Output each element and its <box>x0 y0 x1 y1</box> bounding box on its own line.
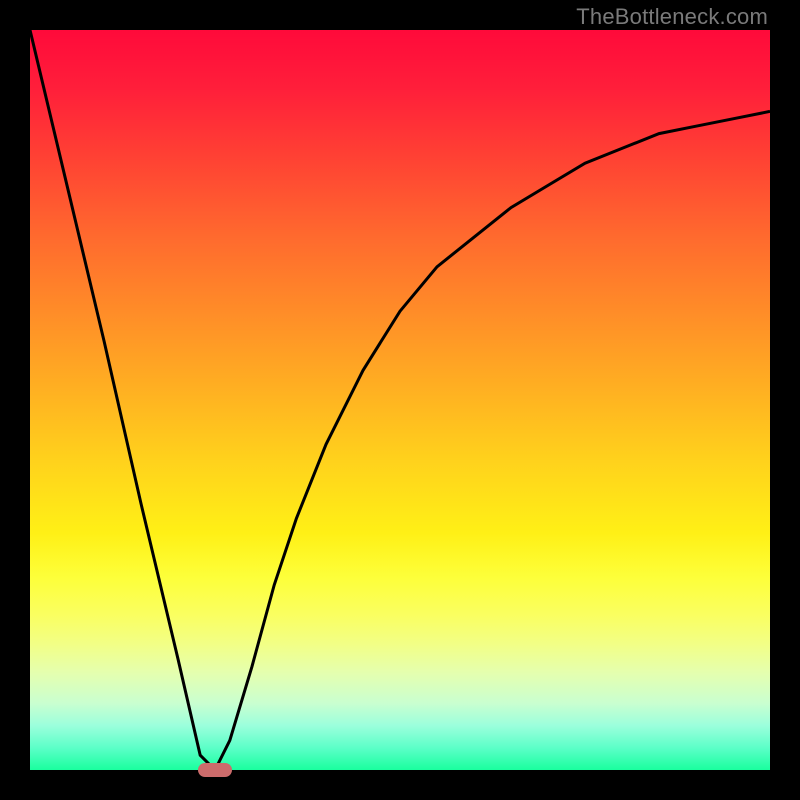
bottleneck-curve <box>30 30 770 770</box>
chart-frame: TheBottleneck.com <box>0 0 800 800</box>
plot-area <box>30 30 770 770</box>
curve-path <box>30 30 770 770</box>
watermark-text: TheBottleneck.com <box>576 4 768 30</box>
optimal-marker <box>198 763 232 777</box>
